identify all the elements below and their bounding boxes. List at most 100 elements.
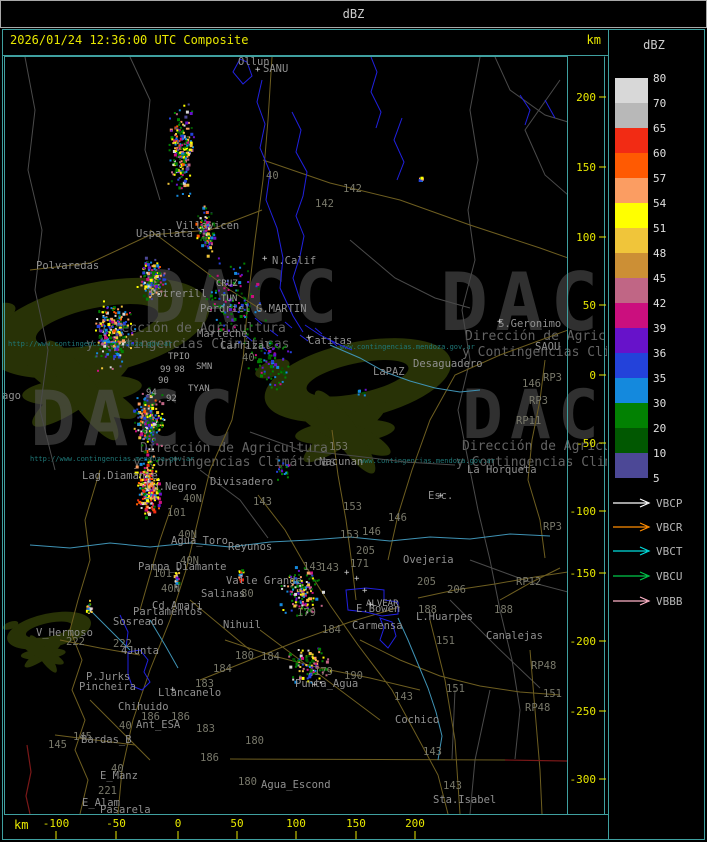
radar-echo-pixel [151,406,155,410]
radar-echo-pixel [120,318,122,321]
radar-echo-pixel [137,422,141,426]
map-label: 184 [322,624,341,636]
radar-echo-pixel [297,659,300,662]
radar-echo-pixel [183,179,187,183]
radar-echo-pixel [292,603,294,606]
radar-echo-pixel [189,174,192,177]
map-label: 151 [436,635,455,647]
radar-echo-pixel [131,332,134,335]
radar-echo-pixel [215,318,218,321]
radar-echo-pixel [111,308,114,311]
radar-echo-pixel [157,504,161,508]
map-label: 98 [174,365,185,375]
radar-echo-pixel [243,299,246,302]
radar-echo-pixel [184,115,188,119]
radar-echo-pixel [283,473,286,475]
radar-echo-pixel [154,282,157,285]
map-label: 179 [297,607,316,619]
radar-echo-pixel [196,237,199,240]
radar-echo-pixel [141,421,144,424]
map-label: 188 [418,604,437,616]
map-label: 146 [522,378,541,390]
radar-echo-pixel [277,372,280,375]
radar-echo-pixel [175,133,177,135]
radar-echo-pixel [169,159,172,162]
map-label: 222 [113,638,132,650]
radar-echo-pixel [97,369,99,372]
radar-echo-pixel [301,656,304,660]
radar-echo-pixel [302,602,305,605]
radar-echo-pixel [187,158,190,161]
road-line [257,494,449,814]
station-marker-icon: + [262,254,268,264]
radar-echo-pixel [186,183,190,187]
radar-echo-pixel [158,277,161,280]
radar-echo-pixel [156,262,159,265]
radar-echo-pixel [282,371,285,373]
radar-echo-pixel [102,316,105,319]
radar-echo-pixel [123,335,126,338]
map-label: 151 [446,683,465,695]
station-marker-icon: + [497,317,503,327]
radar-echo-pixel [133,409,137,413]
radar-echo-pixel [310,664,313,667]
map-label: 40 [119,720,132,732]
radar-echo-pixel [357,389,361,393]
radar-echo-pixel [313,579,316,582]
radar-echo-pixel [168,149,171,152]
map-label: 94 [146,388,157,398]
map-label: 99 [160,365,171,375]
radar-echo-pixel [127,333,130,336]
radar-echo-pixel [159,281,162,284]
road-line [529,649,543,814]
map-label: 180 [235,650,254,662]
map-label: Agua_Escond [261,779,331,791]
colorbar-level-label: 5 [653,472,660,485]
colorbar-level-label: 54 [653,197,667,210]
radar-echo-pixel [171,138,174,141]
radar-echo-pixel [142,294,146,298]
map-label: 143 [394,691,413,703]
svg-text:www.contingencias.mendoza.gov.: www.contingencias.mendoza.gov.ar [340,343,475,351]
map-label: 143 [443,780,462,792]
radar-echo-pixel [312,597,315,600]
radar-echo-pixel [211,298,214,301]
radar-echo-pixel [285,466,288,469]
radar-echo-pixel [185,170,188,173]
radar-echo-pixel [289,351,292,354]
radar-echo-pixel [105,311,108,314]
radar-echo-pixel [104,336,107,339]
y-axis-tick-label: 100 [576,231,596,244]
radar-echo-pixel [160,445,163,447]
radar-echo-pixel [103,332,106,335]
radar-echo-pixel [154,399,157,402]
radar-echo-pixel [210,291,213,294]
radar-echo-pixel [101,367,104,370]
map-label: RP3 [543,521,562,533]
y-axis-tick-label: -50 [576,437,596,450]
radar-echo-pixel [145,516,148,520]
radar-echo-pixel [119,347,123,351]
radar-echo-pixel [178,122,181,124]
radar-echo-pixel [117,322,120,325]
radar-echo-pixel [243,262,246,265]
colorbar-swatch [615,453,648,478]
map-label: Uspallata [136,228,193,240]
radar-echo-pixel [90,611,93,613]
radar-echo-pixel [233,317,237,321]
road-line [229,758,506,761]
radar-echo-pixel [204,239,207,242]
radar-echo-pixel [152,448,154,451]
radar-echo-pixel [148,448,151,451]
radar-echo-pixel [146,263,150,267]
radar-echo-pixel [311,588,313,591]
border-red-line [504,759,567,762]
map-label: 180 [238,776,257,788]
radar-echo-pixel [181,193,184,195]
radar-echo-pixel [144,512,147,515]
radar-echo-pixel [318,651,321,654]
map-label: TPIO [168,352,190,362]
radar-echo-pixel [206,232,210,236]
y-axis-tick-label: 200 [576,91,596,104]
radar-echo-pixel [311,603,314,606]
